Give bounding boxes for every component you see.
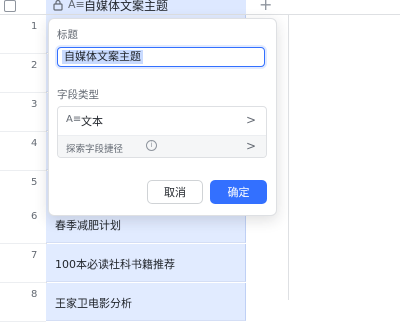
table-row[interactable]: 100本必读社科书籍推荐 [46,244,246,282]
field-type-label: 字段类型 [57,89,99,101]
row-number: 8 [0,283,46,322]
cell-text: 王家卫电影分析 [55,297,132,310]
cancel-button[interactable]: 取消 [147,180,203,204]
text-field-icon: A≡ [68,0,85,11]
chevron-right-icon: > [245,113,256,127]
grid-header: A≡ 自媒体文案主题 + [0,0,400,15]
title-input-value: 自媒体文案主题 [62,50,143,64]
cell-text: 春季减肥计划 [55,219,121,232]
text-type-icon: A≡ [66,114,82,125]
field-type-name: 文本 [81,115,103,128]
shortcut-label: 探索字段捷径 [66,144,124,155]
row-number: 1 [0,15,46,54]
row-number: 4 [0,132,46,171]
add-column-button[interactable]: + [259,0,272,14]
table-row[interactable]: 王家卫电影分析 [46,283,246,321]
row-number: 2 [0,54,46,93]
row-number: 7 [0,244,46,283]
field-type-dropdown[interactable]: A≡ 文本 > [58,107,266,135]
confirm-button[interactable]: 确定 [210,180,267,204]
cell-text: 100本必读社科书籍推荐 [55,258,175,271]
lock-icon [53,0,63,11]
title-label: 标题 [57,29,78,41]
column-title[interactable]: 自媒体文案主题 [84,0,168,14]
title-input[interactable]: 自媒体文案主题 [57,47,265,67]
field-settings-popup: 标题 自媒体文案主题 字段类型 A≡ 文本 > 探索字段捷径 i > 取消 确定 [48,18,277,216]
row-number: 6 [0,205,46,244]
info-icon: i [146,140,157,151]
select-all-checkbox[interactable] [4,0,16,12]
row-number: 3 [0,93,46,132]
chevron-right-icon: > [245,139,256,153]
field-type-selector: A≡ 文本 > 探索字段捷径 i > [57,106,267,158]
field-shortcut-link[interactable]: 探索字段捷径 i > [58,135,266,157]
